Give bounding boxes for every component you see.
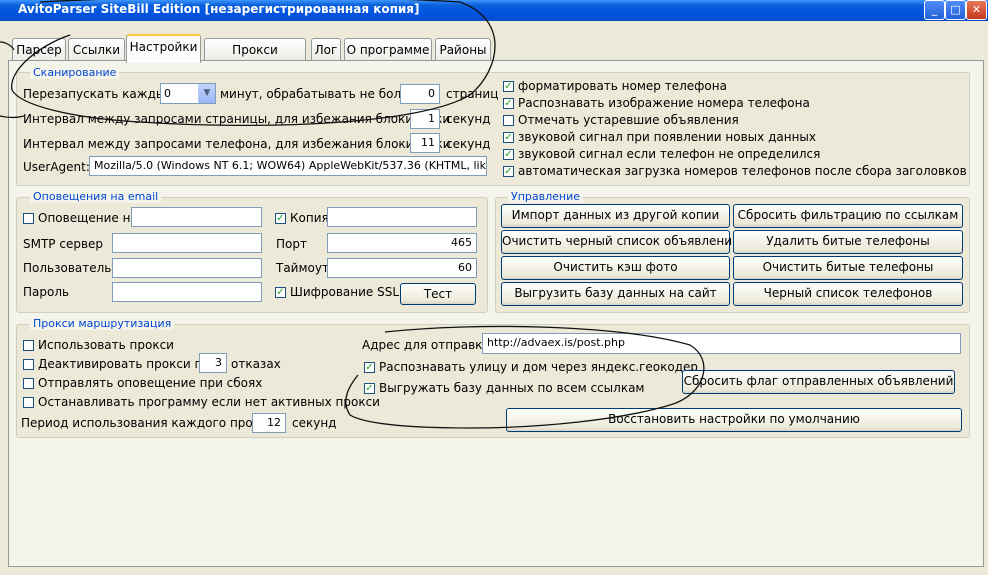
ssl-label: Шифрование SSL: [290, 285, 400, 299]
tab-about[interactable]: О программе: [344, 38, 432, 61]
restart-value: 0: [164, 87, 171, 100]
close-button[interactable]: ✕: [966, 0, 987, 20]
reset-sent-flag-button[interactable]: Сбросить флаг отправленных объявлений: [682, 370, 955, 394]
use-proxy-label: Использовать прокси: [38, 338, 174, 352]
deactivate-input[interactable]: 3: [199, 353, 227, 373]
recognize-street-label: Распознавать улицу и дом через яндекс.ге…: [379, 360, 699, 374]
option-checkbox-1[interactable]: ✓: [503, 98, 514, 109]
tab-parser[interactable]: Парсер: [12, 38, 66, 61]
notify-email-input[interactable]: [131, 207, 262, 227]
clear-photo-cache-button[interactable]: Очистить кэш фото: [501, 256, 730, 280]
password-label: Пароль: [23, 285, 70, 299]
background-window-strip: [988, 0, 998, 575]
tab-log[interactable]: Лог: [311, 38, 341, 61]
useragent-input[interactable]: Mozilla/5.0 (Windows NT 6.1; WOW64) Appl…: [89, 156, 487, 176]
option-checkbox-3[interactable]: ✓: [503, 132, 514, 143]
smtp-input[interactable]: [112, 233, 262, 253]
send-address-label: Адрес для отправки:: [362, 338, 495, 352]
restore-defaults-button[interactable]: Восстановить настройки по умолчанию: [506, 408, 962, 432]
phone-interval-label: Интервал между запросами телефона, для и…: [23, 137, 451, 151]
option-label-5: автоматическая загрузка номеров телефоно…: [518, 164, 967, 178]
page-interval-input[interactable]: 1: [410, 109, 440, 129]
phone-blacklist-button[interactable]: Черный список телефонов: [733, 282, 963, 306]
deactivate-label: Деактивировать прокси при: [38, 357, 218, 371]
user-label: Пользователь: [23, 261, 112, 275]
management-group-title: Управление: [508, 190, 584, 203]
tab-links[interactable]: Ссылки: [68, 38, 125, 61]
clear-ads-blacklist-button[interactable]: Очистить черный список объявлений: [501, 230, 740, 254]
notify-checkbox[interactable]: [23, 213, 34, 224]
password-input[interactable]: [112, 282, 262, 302]
import-data-button[interactable]: Импорт данных из другой копии: [501, 204, 730, 228]
pages-input[interactable]: 0: [400, 84, 440, 104]
option-checkbox-2[interactable]: [503, 115, 514, 126]
option-label-0: форматировать номер телефона: [518, 79, 727, 93]
maximize-button[interactable]: □: [945, 0, 966, 20]
tab-settings[interactable]: Настройки: [126, 34, 201, 63]
phone-interval-input[interactable]: 11: [410, 133, 440, 153]
option-label-4: звуковой сигнал если телефон не определи…: [518, 147, 821, 161]
smtp-label: SMTP сервер: [23, 237, 104, 251]
send-notify-label: Отправлять оповещение при сбоях: [38, 376, 263, 390]
page-interval-unit: секунд: [446, 112, 491, 126]
send-address-input[interactable]: http://advaex.is/post.php: [482, 333, 961, 354]
proxy-group-title: Прокси маршрутизация: [30, 317, 175, 330]
option-label-2: Отмечать устаревшие объявления: [518, 113, 739, 127]
page-interval-label: Интервал между запросами страницы, для и…: [23, 112, 451, 126]
copy-email-input[interactable]: [327, 207, 477, 227]
upload-all-label: Выгружать базу данных по всем ссылкам: [379, 381, 645, 395]
useragent-label: UserAgent:: [23, 160, 90, 174]
option-label-3: звуковой сигнал при появлении новых данн…: [518, 130, 816, 144]
period-input[interactable]: 12: [252, 413, 286, 433]
window-title: AvitoParser SiteBill Edition [незарегист…: [18, 2, 420, 16]
timeout-input[interactable]: 60: [327, 258, 477, 278]
port-input[interactable]: 465: [327, 233, 477, 253]
option-checkbox-4[interactable]: ✓: [503, 149, 514, 160]
option-label-1: Распознавать изображение номера телефона: [518, 96, 810, 110]
minimize-button[interactable]: _: [924, 0, 945, 20]
email-group-title: Оповещения на email: [30, 190, 162, 203]
use-proxy-checkbox[interactable]: [23, 340, 34, 351]
deactivate-checkbox[interactable]: [23, 359, 34, 370]
ssl-checkbox[interactable]: ✓: [275, 287, 286, 298]
title-bar[interactable]: AvitoParser SiteBill Edition [незарегист…: [0, 0, 988, 21]
user-input[interactable]: [112, 258, 262, 278]
delete-broken-phones-button[interactable]: Удалить битые телефоны: [733, 230, 963, 254]
stop-program-checkbox[interactable]: [23, 397, 34, 408]
tab-districts[interactable]: Районы: [435, 38, 491, 61]
copy-checkbox[interactable]: ✓: [275, 213, 286, 224]
period-label: Период использования каждого прокси: [21, 416, 275, 430]
test-button[interactable]: Тест: [400, 283, 476, 305]
reset-link-filter-button[interactable]: Сбросить фильтрацию по ссылкам: [733, 204, 963, 228]
clear-broken-phones-button[interactable]: Очистить битые телефоны: [733, 256, 963, 280]
port-label: Порт: [276, 237, 307, 251]
phone-interval-unit: секунд: [446, 137, 491, 151]
deactivate-unit: отказах: [231, 357, 281, 371]
option-checkbox-0[interactable]: ✓: [503, 81, 514, 92]
send-notify-checkbox[interactable]: [23, 378, 34, 389]
restart-label: Перезапускать каждые: [23, 87, 173, 101]
upload-db-button[interactable]: Выгрузить базу данных на сайт: [501, 282, 730, 306]
upload-all-checkbox[interactable]: ✓: [364, 383, 375, 394]
notify-label: Оповещение на: [38, 211, 138, 225]
stop-program-label: Останавливать программу если нет активны…: [38, 395, 380, 409]
period-unit: секунд: [292, 416, 337, 430]
minutes-label: минут, обрабатывать не более: [220, 87, 416, 101]
recognize-street-checkbox[interactable]: ✓: [364, 362, 375, 373]
copy-label: Копия: [290, 211, 329, 225]
pages-label: страниц: [446, 87, 499, 101]
main-window: AvitoParser SiteBill Edition [незарегист…: [0, 0, 988, 575]
option-checkbox-5[interactable]: ✓: [503, 166, 514, 177]
tab-proxy-servers[interactable]: Прокси сервера: [204, 38, 306, 79]
chevron-down-icon[interactable]: ▼: [198, 84, 215, 103]
scanning-group-title: Сканирование: [30, 66, 120, 79]
timeout-label: Таймоут: [276, 261, 329, 275]
restart-select[interactable]: 0 ▼: [160, 83, 216, 104]
